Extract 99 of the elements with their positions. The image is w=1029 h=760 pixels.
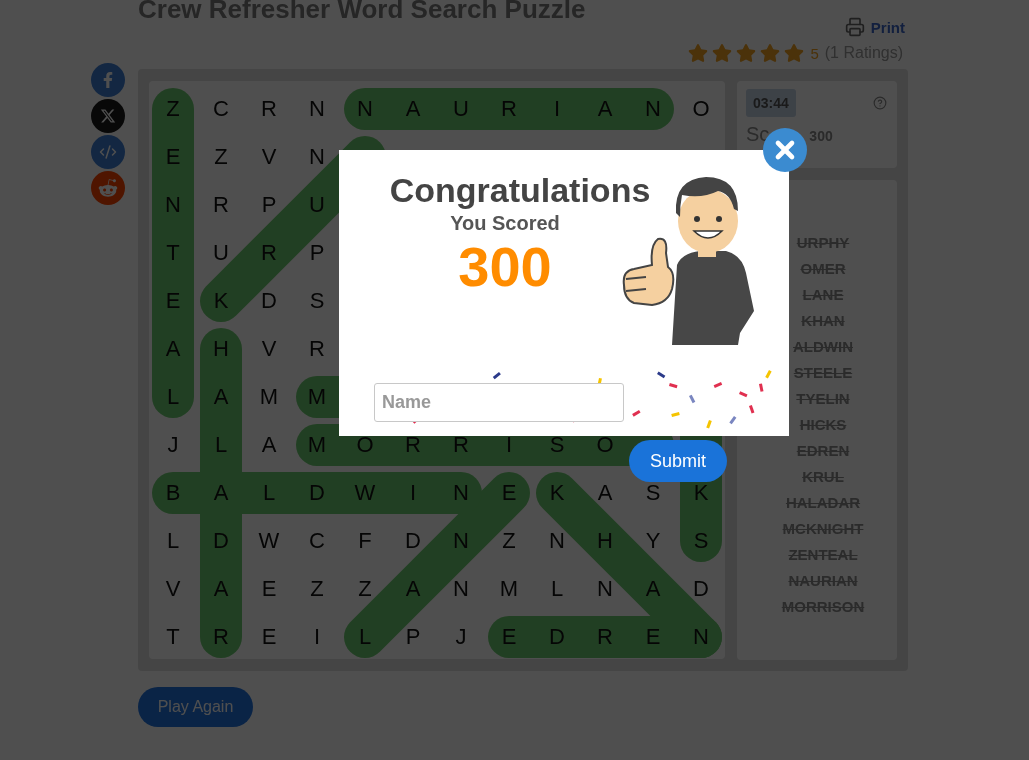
grid-letter[interactable]: L	[358, 626, 372, 648]
grid-letter[interactable]: D	[213, 530, 229, 552]
grid-letter[interactable]: R	[309, 338, 325, 360]
grid-letter[interactable]: U	[453, 98, 469, 120]
grid-letter[interactable]: I	[313, 626, 321, 648]
grid-letter[interactable]: L	[262, 482, 276, 504]
grid-letter[interactable]: U	[309, 194, 325, 216]
grid-letter[interactable]: C	[309, 530, 325, 552]
x-logo-icon	[100, 108, 116, 124]
grid-letter[interactable]: N	[453, 482, 469, 504]
grid-letter[interactable]: N	[309, 146, 325, 168]
dialog-title: Congratulations	[389, 170, 651, 210]
grid-letter[interactable]: T	[166, 626, 180, 648]
embed-share-button[interactable]	[91, 135, 125, 169]
grid-letter[interactable]: O	[356, 434, 374, 456]
grid-letter[interactable]: A	[405, 578, 421, 600]
star-icon	[688, 43, 709, 63]
grid-letter[interactable]: A	[597, 98, 613, 120]
grid-letter[interactable]: A	[213, 482, 229, 504]
grid-letter[interactable]: N	[453, 530, 469, 552]
grid-letter[interactable]: R	[501, 98, 517, 120]
grid-letter[interactable]: C	[213, 98, 229, 120]
grid-letter[interactable]: A	[261, 434, 277, 456]
grid-letter[interactable]: N	[309, 98, 325, 120]
star-icon	[736, 43, 757, 63]
grid-letter[interactable]: E	[261, 626, 277, 648]
name-field[interactable]: Name	[374, 383, 624, 422]
grid-letter[interactable]: A	[213, 386, 229, 408]
grid-letter[interactable]: Z	[166, 98, 180, 120]
grid-letter[interactable]: Z	[214, 146, 228, 168]
grid-letter[interactable]: L	[214, 434, 228, 456]
grid-letter[interactable]: M	[307, 434, 327, 456]
grid-letter[interactable]: E	[165, 146, 181, 168]
grid-letter[interactable]: R	[405, 434, 421, 456]
grid-letter[interactable]: R	[213, 194, 229, 216]
grid-letter[interactable]: E	[165, 290, 181, 312]
reddit-share-button[interactable]	[91, 171, 125, 205]
grid-letter[interactable]: Z	[502, 530, 516, 552]
grid-letter[interactable]: D	[309, 482, 325, 504]
grid-letter[interactable]: S	[309, 290, 325, 312]
grid-letter[interactable]: R	[261, 98, 277, 120]
grid-letter[interactable]: B	[165, 482, 181, 504]
grid-letter[interactable]: I	[505, 434, 513, 456]
grid-letter[interactable]: M	[499, 578, 519, 600]
submit-button[interactable]: Submit	[629, 440, 727, 482]
grid-letter[interactable]: P	[261, 194, 277, 216]
grid-letter[interactable]: A	[213, 578, 229, 600]
star-icon	[760, 43, 781, 63]
grid-letter[interactable]: V	[165, 578, 181, 600]
grid-letter[interactable]: V	[261, 338, 277, 360]
grid-letter[interactable]: P	[405, 626, 421, 648]
grid-letter[interactable]: S	[549, 434, 565, 456]
grid-letter[interactable]: N	[165, 194, 181, 216]
grid-letter[interactable]: R	[213, 626, 229, 648]
help-icon[interactable]	[873, 96, 887, 110]
grid-letter[interactable]: R	[453, 434, 469, 456]
dialog-subtitle: You Scored	[450, 212, 560, 235]
grid-letter[interactable]: W	[354, 482, 376, 504]
facebook-share-button[interactable]	[91, 63, 125, 97]
grid-letter[interactable]: J	[167, 434, 179, 456]
print-link[interactable]: Print	[844, 17, 905, 37]
grid-letter[interactable]: I	[553, 98, 561, 120]
grid-letter[interactable]: P	[309, 242, 325, 264]
rating-score: 5	[810, 44, 819, 62]
grid-letter[interactable]: L	[166, 530, 180, 552]
grid-letter[interactable]: D	[405, 530, 421, 552]
code-icon	[99, 143, 117, 161]
grid-letter[interactable]: M	[259, 386, 279, 408]
grid-letter[interactable]: K	[213, 290, 229, 312]
grid-letter[interactable]: O	[596, 434, 614, 456]
grid-letter[interactable]: I	[409, 482, 417, 504]
grid-letter[interactable]: M	[307, 386, 327, 408]
play-again-button[interactable]: Play Again	[138, 687, 253, 727]
grid-letter[interactable]: A	[405, 98, 421, 120]
star-icon	[712, 43, 733, 63]
grid-letter[interactable]: E	[261, 578, 277, 600]
grid-letter[interactable]: R	[261, 242, 277, 264]
grid-letter[interactable]: D	[261, 290, 277, 312]
grid-letter[interactable]: Z	[358, 578, 372, 600]
grid-letter[interactable]: N	[453, 578, 469, 600]
grid-letter[interactable]: N	[645, 98, 661, 120]
grid-letter[interactable]: W	[258, 530, 280, 552]
x-share-button[interactable]	[91, 99, 125, 133]
grid-letter[interactable]: A	[165, 338, 181, 360]
final-score: 300	[458, 235, 552, 299]
grid-letter[interactable]: H	[213, 338, 229, 360]
alien-icon	[98, 178, 118, 198]
grid-letter[interactable]: T	[166, 242, 180, 264]
grid-letter[interactable]: J	[455, 626, 467, 648]
grid-letter[interactable]: Z	[310, 578, 324, 600]
grid-letter[interactable]: N	[357, 98, 373, 120]
grid-letter[interactable]: E	[501, 482, 517, 504]
grid-letter[interactable]: L	[166, 386, 180, 408]
star-icon	[784, 43, 805, 63]
printer-icon	[844, 17, 865, 37]
grid-letter[interactable]: U	[213, 242, 229, 264]
grid-letter[interactable]: F	[358, 530, 372, 552]
grid-letter[interactable]: O	[692, 98, 710, 120]
grid-letter[interactable]: V	[261, 146, 277, 168]
